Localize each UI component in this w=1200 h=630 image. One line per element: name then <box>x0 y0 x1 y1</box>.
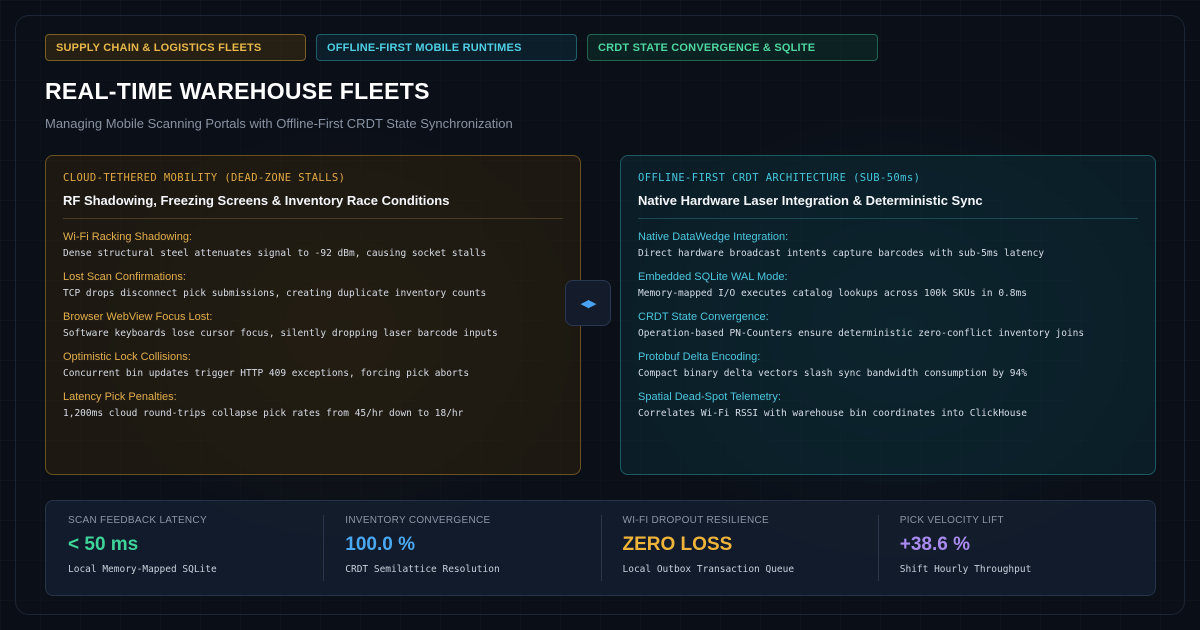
metric-pick-velocity: PICK VELOCITY LIFT +38.6 % Shift Hourly … <box>877 501 1155 595</box>
metric-note: Local Memory-Mapped SQLite <box>68 564 217 575</box>
compare-toggle-button[interactable]: ◀▶ <box>565 280 611 326</box>
metric-label: WI-FI DROPOUT RESILIENCE <box>622 515 769 526</box>
item-description: Direct hardware broadcast intents captur… <box>638 248 1045 259</box>
panel-heading: Native Hardware Laser Integration & Dete… <box>638 193 1138 219</box>
tag-supply-chain: SUPPLY CHAIN & LOGISTICS FLEETS <box>45 34 306 61</box>
item-label: Optimistic Lock Collisions: <box>63 351 191 363</box>
offline-first-panel: OFFLINE-FIRST CRDT ARCHITECTURE (SUB-50m… <box>620 155 1156 475</box>
item-label: Native DataWedge Integration: <box>638 231 789 243</box>
panel-kicker: OFFLINE-FIRST CRDT ARCHITECTURE (SUB-50m… <box>638 172 921 184</box>
item-description: TCP drops disconnect pick submissions, c… <box>63 288 487 299</box>
item-label: Embedded SQLite WAL Mode: <box>638 271 788 283</box>
cloud-tethered-panel: CLOUD-TETHERED MOBILITY (DEAD-ZONE STALL… <box>45 155 581 475</box>
metric-value: 100.0 % <box>345 534 415 555</box>
metric-label: PICK VELOCITY LIFT <box>899 515 1004 526</box>
item-label: Protobuf Delta Encoding: <box>638 351 761 363</box>
metric-value: +38.6 % <box>899 534 970 555</box>
tag-offline-first: OFFLINE-FIRST MOBILE RUNTIMES <box>316 34 577 61</box>
item-description: 1,200ms cloud round-trips collapse pick … <box>63 408 464 419</box>
list-item: Native DataWedge Integration: Direct har… <box>638 231 1138 259</box>
tag-crdt: CRDT STATE CONVERGENCE & SQLITE <box>587 34 878 61</box>
item-description: Operation-based PN-Counters ensure deter… <box>638 328 1085 339</box>
item-label: Spatial Dead-Spot Telemetry: <box>638 391 781 403</box>
list-item: Lost Scan Confirmations: TCP drops disco… <box>63 271 563 299</box>
list-item: Wi-Fi Racking Shadowing: Dense structura… <box>63 231 563 259</box>
list-item: Optimistic Lock Collisions: Concurrent b… <box>63 351 563 379</box>
item-label: Wi-Fi Racking Shadowing: <box>63 231 192 243</box>
metric-note: CRDT Semilattice Resolution <box>345 564 500 575</box>
list-item: Spatial Dead-Spot Telemetry: Correlates … <box>638 391 1138 419</box>
panel-kicker: CLOUD-TETHERED MOBILITY (DEAD-ZONE STALL… <box>63 172 346 184</box>
list-item: Embedded SQLite WAL Mode: Memory-mapped … <box>638 271 1138 299</box>
item-description: Concurrent bin updates trigger HTTP 409 … <box>63 368 470 379</box>
metric-value: ZERO LOSS <box>622 534 733 555</box>
item-description: Correlates Wi-Fi RSSI with warehouse bin… <box>638 408 1027 419</box>
page-subtitle: Managing Mobile Scanning Portals with Of… <box>45 116 513 131</box>
list-item: Protobuf Delta Encoding: Compact binary … <box>638 351 1138 379</box>
metric-note: Shift Hourly Throughput <box>899 564 1032 575</box>
metrics-bar: SCAN FEEDBACK LATENCY < 50 ms Local Memo… <box>45 500 1156 596</box>
item-label: Latency Pick Penalties: <box>63 391 177 403</box>
page-title: REAL-TIME WAREHOUSE FLEETS <box>45 78 430 104</box>
item-description: Compact binary delta vectors slash sync … <box>638 368 1027 379</box>
metric-label: SCAN FEEDBACK LATENCY <box>68 515 207 526</box>
list-item: Browser WebView Focus Lost: Software key… <box>63 311 563 339</box>
metric-value: < 50 ms <box>68 534 139 555</box>
item-description: Dense structural steel attenuates signal… <box>63 248 487 259</box>
metric-dropout-resilience: WI-FI DROPOUT RESILIENCE ZERO LOSS Local… <box>600 501 878 595</box>
list-item: CRDT State Convergence: Operation-based … <box>638 311 1138 339</box>
item-description: Software keyboards lose cursor focus, si… <box>63 328 498 339</box>
metric-note: Local Outbox Transaction Queue <box>622 564 795 575</box>
item-label: Browser WebView Focus Lost: <box>63 311 213 323</box>
tag-row: SUPPLY CHAIN & LOGISTICS FLEETS OFFLINE-… <box>45 34 878 61</box>
left-right-arrows-icon: ◀▶ <box>580 297 597 310</box>
item-description: Memory-mapped I/O executes catalog looku… <box>638 288 1027 299</box>
list-item: Latency Pick Penalties: 1,200ms cloud ro… <box>63 391 563 419</box>
metric-scan-latency: SCAN FEEDBACK LATENCY < 50 ms Local Memo… <box>46 501 323 595</box>
metric-inventory-convergence: INVENTORY CONVERGENCE 100.0 % CRDT Semil… <box>323 501 600 595</box>
item-label: CRDT State Convergence: <box>638 311 769 323</box>
metric-label: INVENTORY CONVERGENCE <box>345 515 491 526</box>
item-label: Lost Scan Confirmations: <box>63 271 186 283</box>
panel-heading: RF Shadowing, Freezing Screens & Invento… <box>63 193 563 219</box>
